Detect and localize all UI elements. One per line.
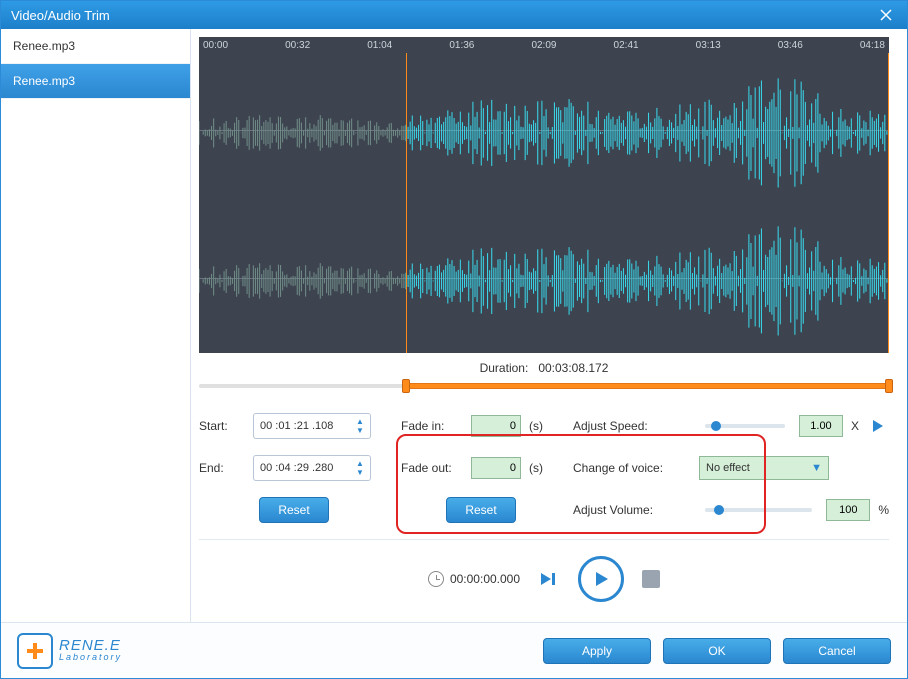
timeline-tick: 01:36 (449, 40, 474, 51)
chevron-up-icon[interactable]: ▲ (354, 418, 366, 426)
start-time-value: 00 :01 :21 .108 (260, 420, 333, 432)
timeline-tick: 00:32 (285, 40, 310, 51)
chevron-down-icon[interactable]: ▼ (354, 469, 366, 477)
jump-to-start-icon[interactable] (538, 568, 560, 590)
speed-slider[interactable] (705, 424, 785, 428)
window-title: Video/Audio Trim (11, 8, 110, 23)
timeline-tick: 00:00 (203, 40, 228, 51)
duration-value: 00:03:08.172 (538, 361, 608, 375)
brand-subtitle: Laboratory (59, 653, 122, 662)
ok-button[interactable]: OK (663, 638, 771, 664)
end-time-value: 00 :04 :29 .280 (260, 462, 333, 474)
timeline-tick: 02:09 (531, 40, 556, 51)
voice-effect-value: No effect (706, 462, 750, 474)
fade-in-input[interactable] (471, 415, 521, 437)
fade-unit: (s) (529, 461, 543, 475)
speed-input[interactable] (799, 415, 843, 437)
chevron-down-icon[interactable]: ▼ (354, 427, 366, 435)
duration-readout: Duration: 00:03:08.172 (199, 353, 889, 379)
clock-icon (428, 571, 444, 587)
playback-clock: 00:00:00.000 (450, 572, 520, 586)
end-label: End: (199, 461, 245, 475)
timeline-tick: 03:46 (778, 40, 803, 51)
file-list-item[interactable]: Renee.mp3 (1, 29, 190, 64)
timeline-ruler: 00:00 00:32 01:04 01:36 02:09 02:41 03:13 03:46… (199, 37, 889, 53)
end-time-input[interactable]: 00 :04 :29 .280 ▲▼ (253, 455, 371, 481)
change-voice-label: Change of voice: (573, 461, 691, 475)
fade-out-input[interactable] (471, 457, 521, 479)
timeline-tick: 02:41 (614, 40, 639, 51)
volume-input[interactable] (826, 499, 870, 521)
reset-trim-button[interactable]: Reset (259, 497, 329, 523)
file-list-item[interactable]: Renee.mp3 (1, 64, 190, 99)
duration-label: Duration: (480, 361, 529, 375)
start-time-input[interactable]: 00 :01 :21 .108 ▲▼ (253, 413, 371, 439)
fade-out-label: Fade out: (401, 461, 463, 475)
speed-unit: X (851, 419, 859, 433)
waveform-display[interactable] (199, 53, 889, 353)
brand-logo: RENE.E Laboratory (17, 633, 122, 669)
close-icon[interactable] (875, 4, 897, 26)
fade-in-label: Fade in: (401, 419, 463, 433)
timeline-tick: 03:13 (696, 40, 721, 51)
playback-bar: 00:00:00.000 (199, 548, 889, 610)
brand-name: RENE.E (59, 639, 122, 653)
start-label: Start: (199, 419, 245, 433)
timeline-tick: 04:18 (860, 40, 885, 51)
chevron-up-icon[interactable]: ▲ (354, 460, 366, 468)
voice-effect-select[interactable]: No effect ▼ (699, 456, 829, 480)
volume-unit: % (878, 503, 889, 517)
adjust-volume-label: Adjust Volume: (573, 503, 691, 517)
fade-unit: (s) (529, 419, 543, 433)
trim-range-slider[interactable] (199, 381, 889, 391)
trim-start-handle[interactable] (402, 379, 410, 393)
titlebar: Video/Audio Trim (1, 1, 907, 29)
file-list: Renee.mp3Renee.mp3 (1, 29, 191, 622)
apply-button[interactable]: Apply (543, 638, 651, 664)
timeline-tick: 01:04 (367, 40, 392, 51)
play-button[interactable] (578, 556, 624, 602)
volume-slider[interactable] (705, 508, 812, 512)
footer: RENE.E Laboratory Apply OK Cancel (1, 622, 907, 678)
preview-speed-play-icon[interactable] (867, 415, 889, 437)
reset-fade-button[interactable]: Reset (446, 497, 516, 523)
plus-icon (17, 633, 53, 669)
adjust-speed-label: Adjust Speed: (573, 419, 691, 433)
trim-end-handle[interactable] (885, 379, 893, 393)
stop-button[interactable] (642, 570, 660, 588)
cancel-button[interactable]: Cancel (783, 638, 891, 664)
chevron-down-icon: ▼ (811, 462, 822, 474)
